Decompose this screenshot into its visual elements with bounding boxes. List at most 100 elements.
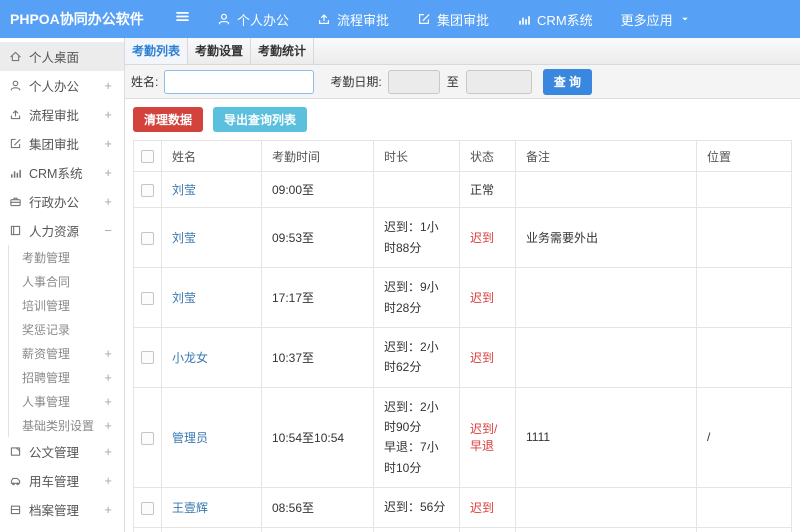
location-cell <box>696 267 792 328</box>
caret-down-icon <box>679 13 691 25</box>
sidebar-item[interactable]: 档案管理 + <box>0 495 124 524</box>
sidebar-subitem[interactable]: 基础类别设置 + <box>9 413 124 437</box>
employee-link[interactable]: 刘莹 <box>172 231 196 245</box>
chart-icon <box>9 166 22 179</box>
row-checkbox[interactable] <box>141 351 154 365</box>
tab-item[interactable]: 考勤统计 <box>251 38 314 64</box>
sidebar-subitem[interactable]: 培训管理 <box>9 293 124 317</box>
export-list-button[interactable]: 导出查询列表 <box>213 107 308 132</box>
note-cell: 1111 <box>515 386 697 489</box>
name-cell: 管理员 <box>161 386 262 489</box>
status-cell: 迟到/早退 <box>459 526 516 532</box>
top-navbar: PHPOA协同办公软件 个人办公 流程审批 集团审批 CRM系统 更多应用 <box>0 0 800 38</box>
employee-link[interactable]: 刘莹 <box>172 183 196 197</box>
status-badge: 迟到 <box>470 350 495 365</box>
time-cell: 10:37至 <box>261 326 374 388</box>
sidebar-subitem[interactable]: 招聘管理 + <box>9 365 124 389</box>
tab-item[interactable]: 考勤设置 <box>188 38 251 64</box>
date-to-input[interactable] <box>465 69 532 94</box>
sidebar-item[interactable]: 流程审批 + <box>0 100 124 129</box>
checkbox-cell <box>133 487 162 528</box>
sidebar-toggle-button[interactable] <box>174 8 191 30</box>
sidebar-item[interactable]: 公文管理 + <box>0 437 124 466</box>
sidebar-item-label: 用车管理 <box>29 475 80 489</box>
attendance-table-wrap: 姓名 考勤时间 时长 状态 备注 位置 刘莹 09:00至 正常 刘莹 09:53至 迟到：1小时8… <box>133 140 792 532</box>
sidebar-item[interactable]: 项目管理+ <box>0 524 124 532</box>
user-icon <box>217 12 231 26</box>
status-cell: 正常 <box>459 171 516 209</box>
row-checkbox[interactable] <box>141 431 154 445</box>
sidebar-subitem[interactable]: 奖惩记录 <box>9 317 124 341</box>
top-menu-item[interactable]: 个人办公 <box>217 10 289 29</box>
name-cell: 王壹辉 <box>161 487 262 528</box>
row-checkbox[interactable] <box>141 501 154 515</box>
sidebar-subitem-label: 奖惩记录 <box>22 322 71 337</box>
date-from-input[interactable] <box>387 69 440 94</box>
sidebar-subitem[interactable]: 薪资管理 + <box>9 341 124 365</box>
column-header: 状态 <box>459 140 516 173</box>
sidebar-subitem[interactable]: 人事管理 + <box>9 389 124 413</box>
status-cell: 迟到/早退 <box>459 386 516 489</box>
clean-data-button[interactable]: 清理数据 <box>133 107 204 132</box>
column-header: 姓名 <box>161 140 262 173</box>
row-checkbox[interactable] <box>141 231 154 245</box>
expand-plus-icon: + <box>104 417 112 433</box>
name-input[interactable] <box>164 69 315 94</box>
top-menu-item[interactable]: 更多应用 <box>621 10 691 29</box>
expand-plus-icon: + <box>104 107 112 122</box>
top-menu-item-label: CRM系统 <box>537 12 593 28</box>
share-icon <box>9 108 22 121</box>
employee-link[interactable]: 刘莹 <box>172 291 196 305</box>
employee-link[interactable]: 小龙女 <box>172 351 208 365</box>
duration-cell: 迟到：5小时33分早退：4小时67分 <box>373 526 460 532</box>
status-badge: 迟到/早退 <box>470 422 498 454</box>
select-all-checkbox[interactable] <box>141 150 154 164</box>
sidebar-item[interactable]: 行政办公 + <box>0 187 124 216</box>
sidebar-subitem-label: 人事合同 <box>22 274 71 289</box>
table-row: 管理员 10:54至10:54 迟到：2小时90分 早退：7小时10分 迟到/早退 111… <box>133 386 792 489</box>
sidebar-item[interactable]: 集团审批 + <box>0 129 124 158</box>
sidebar-item[interactable]: CRM系统 + <box>0 158 124 187</box>
sidebar-subitem[interactable]: 考勤管理 <box>9 245 124 269</box>
column-header: 时长 <box>373 140 460 173</box>
sidebar-item[interactable]: 人力资源 − <box>0 216 124 245</box>
employee-link[interactable]: 管理员 <box>172 431 208 445</box>
top-menu-item[interactable]: CRM系统 <box>517 10 593 29</box>
sidebar-subitem[interactable]: 人事合同 <box>9 269 124 293</box>
duration-line: 迟到：2小时90分 <box>384 399 439 435</box>
attendance-table: 姓名 考勤时间 时长 状态 备注 位置 刘莹 09:00至 正常 刘莹 09:53至 迟到：1小时8… <box>133 140 792 532</box>
table-header-row: 姓名 考勤时间 时长 状态 备注 位置 <box>133 140 792 173</box>
table-row: 王壹辉 08:56至 迟到：56分 迟到 <box>133 487 792 528</box>
top-menu-item-label: 集团审批 <box>437 12 490 28</box>
time-cell: 17:17至 <box>261 267 374 328</box>
user-icon <box>9 79 22 92</box>
table-row: 刘莹 09:53至 迟到：1小时88分 迟到 业务需要外出 <box>133 207 792 269</box>
note-cell <box>515 487 697 528</box>
query-button[interactable]: 查 询 <box>542 68 593 95</box>
table-row: 刘莹 17:17至 迟到：9小时28分 迟到 <box>133 267 792 328</box>
hamburger-icon <box>174 8 191 25</box>
note-cell <box>515 171 697 209</box>
sidebar-item-label: 个人桌面 <box>29 51 80 65</box>
sidebar-subitem-label: 基础类别设置 <box>22 418 95 433</box>
tab-active[interactable]: 考勤列表 <box>125 38 188 64</box>
sidebar-item[interactable]: 个人办公 + <box>0 71 124 100</box>
employee-link[interactable]: 王壹辉 <box>172 501 208 515</box>
note-cell: 业务需要外出 <box>515 207 697 269</box>
location-cell <box>696 171 792 209</box>
sidebar-item[interactable]: 用车管理 + <box>0 466 124 495</box>
sidebar-subitem-label: 考勤管理 <box>22 250 71 265</box>
top-menu-item[interactable]: 集团审批 <box>417 10 489 29</box>
sidebar-item[interactable]: 个人桌面 <box>0 42 124 71</box>
location-cell <box>696 326 792 388</box>
checkbox-cell <box>133 267 162 328</box>
table-row: 刘莹 09:00至 正常 <box>133 171 792 209</box>
status-badge: 迟到 <box>470 231 495 246</box>
row-checkbox[interactable] <box>141 183 154 197</box>
location-cell: / <box>696 386 792 489</box>
row-checkbox[interactable] <box>141 291 154 305</box>
sidebar-submenu: 考勤管理人事合同培训管理奖惩记录薪资管理 + 招聘管理 + 人事管理 + 基础类别设置 + <box>8 245 124 437</box>
name-cell: 刘莹 <box>161 267 262 328</box>
table-row: 小龙女 10:37至 迟到：2小时62分 迟到 <box>133 326 792 388</box>
top-menu-item[interactable]: 流程审批 <box>317 10 389 29</box>
